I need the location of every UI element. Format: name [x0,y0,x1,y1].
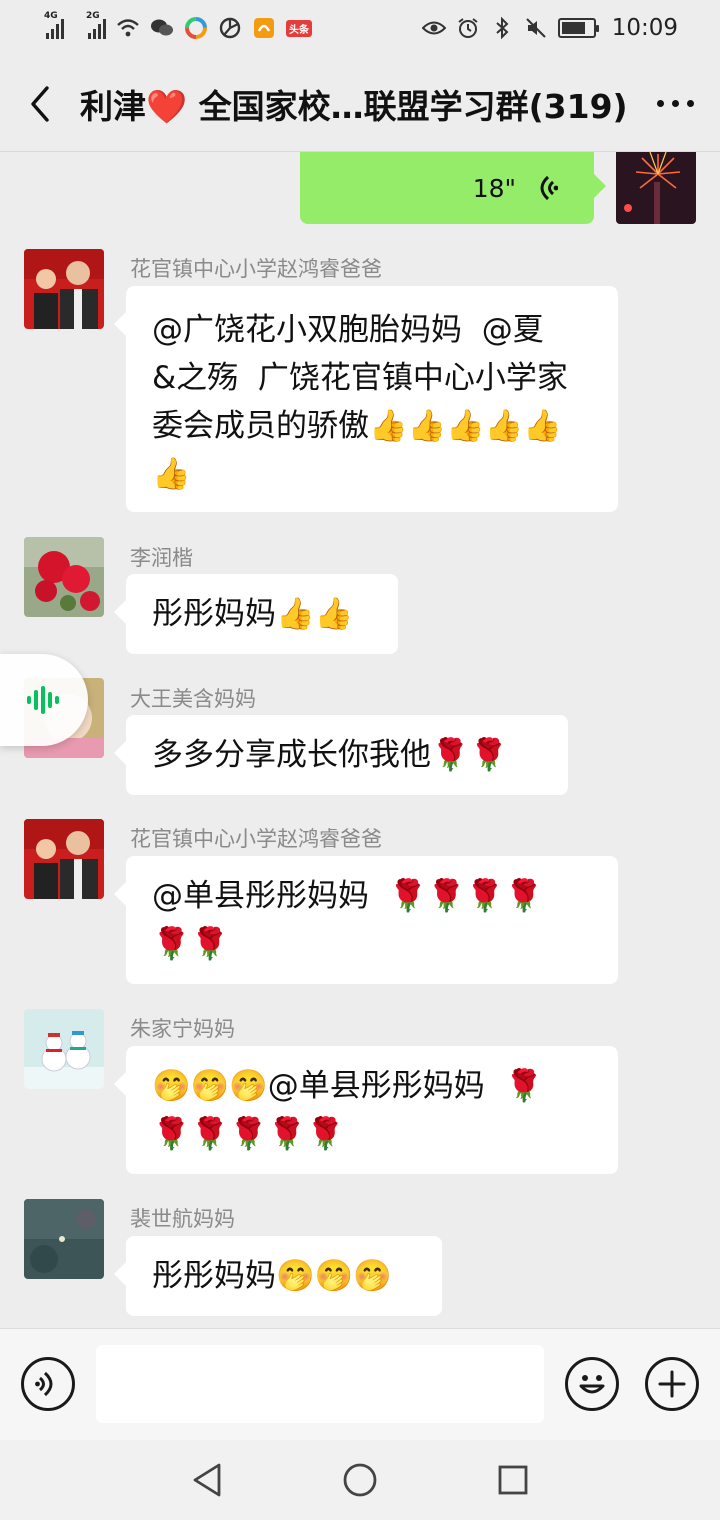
sender-name-4: 花官镇中心小学赵鸿睿爸爸 [130,827,382,851]
message-text-5: 🤭🤭🤭@单县彤彤妈妈 🌹 🌹🌹🌹🌹🌹 [152,1068,544,1152]
aperture-icon [218,16,242,40]
voice-icon [35,1371,53,1397]
nav-back-icon [193,1463,221,1497]
chat-header: 利津❤️ 全国家校…联盟学习群(319) [0,56,720,152]
input-bar [0,1328,720,1440]
more-button[interactable] [630,56,720,152]
status-left: 4G 2G 头条 [44,11,312,40]
avatar-sender-6[interactable] [24,1199,104,1279]
status-bar: 4G 2G 头条 10:09 [0,0,720,56]
avatar-sender-1[interactable] [24,249,104,329]
message-bubble-5[interactable]: 🤭🤭🤭@单县彤彤妈妈 🌹 🌹🌹🌹🌹🌹 [114,1046,618,1174]
sender-name-5: 朱家宁妈妈 [130,1017,235,1041]
voice-wave-icon [540,175,558,201]
toutiao-badge: 头条 [286,19,312,37]
nav-back-button[interactable] [172,1445,242,1515]
battery-icon [557,18,599,38]
sender-name-1: 花官镇中心小学赵鸿睿爸爸 [130,257,382,281]
app-colorful-icon [184,16,208,40]
message-bubble-1[interactable]: @广饶花小双胞胎妈妈 @夏 &之殇 广饶花官镇中心小学家 委会成员的骄傲👍👍👍👍… [114,286,618,512]
plus-button[interactable] [645,1357,699,1411]
message-text-1: @广饶花小双胞胎妈妈 @夏 &之殇 广饶花官镇中心小学家 委会成员的骄傲👍👍👍👍… [152,312,568,492]
floating-voice-widget[interactable] [0,654,88,746]
voice-toggle-button[interactable] [21,1357,75,1411]
voice-duration: 18" [472,173,516,203]
message-text-4: @单县彤彤妈妈 🌹🌹🌹🌹 🌹🌹 [152,878,544,962]
avatar-sender-2[interactable] [24,537,104,617]
eye-icon [421,16,446,40]
uc-browser-icon [252,16,276,40]
sender-name-2: 李润楷 [130,546,193,570]
nav-home-icon [343,1463,377,1497]
signal-4g-icon: 4G [44,11,64,39]
battery-level [561,22,585,34]
bluetooth-icon [490,16,514,40]
alarm-icon [456,16,480,40]
nav-recent-button[interactable] [478,1445,548,1515]
chat-title: 利津❤️ 全国家校…联盟学习群(319) [80,86,628,126]
message-text-2: 彤彤妈妈👍👍 [152,596,354,632]
message-bubble-2[interactable]: 彤彤妈妈👍👍 [114,574,398,654]
status-time: 10:09 [611,15,678,41]
message-bubble-6[interactable]: 彤彤妈妈🤭🤭🤭 [114,1236,442,1316]
nav-recent-icon [498,1465,528,1495]
avatar-sender-4[interactable] [24,819,104,899]
voice-wave-icon [27,686,59,714]
more-dots-icon [656,100,664,107]
avatar-sender-5[interactable] [24,1009,104,1089]
wechat-notification-icon [150,16,174,40]
status-right: 10:09 [421,15,678,41]
mute-icon [524,16,548,40]
wifi-icon [116,16,140,40]
back-arrow-icon [31,85,49,122]
system-nav-bar [0,1440,720,1520]
sender-name-3: 大王美含妈妈 [130,687,256,711]
own-avatar[interactable] [616,152,696,224]
signal-2g-icon: 2G [86,11,106,39]
message-input[interactable] [96,1345,544,1423]
emoji-icon [579,1375,605,1394]
sender-name-6: 裴世航妈妈 [130,1207,235,1231]
nav-home-button[interactable] [325,1445,395,1515]
back-button[interactable] [0,56,80,152]
network-2g-label: 2G [86,11,100,21]
network-4g-label: 4G [44,11,58,21]
emoji-button[interactable] [565,1357,619,1411]
plus-icon [658,1370,686,1398]
message-bubble-3[interactable]: 多多分享成长你我他🌹🌹 [114,715,568,795]
own-voice-message[interactable]: 18" [300,152,606,224]
message-bubble-4[interactable]: @单县彤彤妈妈 🌹🌹🌹🌹 🌹🌹 [114,856,618,984]
message-text-3: 多多分享成长你我他🌹🌹 [152,737,509,773]
message-text-6: 彤彤妈妈🤭🤭🤭 [152,1258,392,1294]
